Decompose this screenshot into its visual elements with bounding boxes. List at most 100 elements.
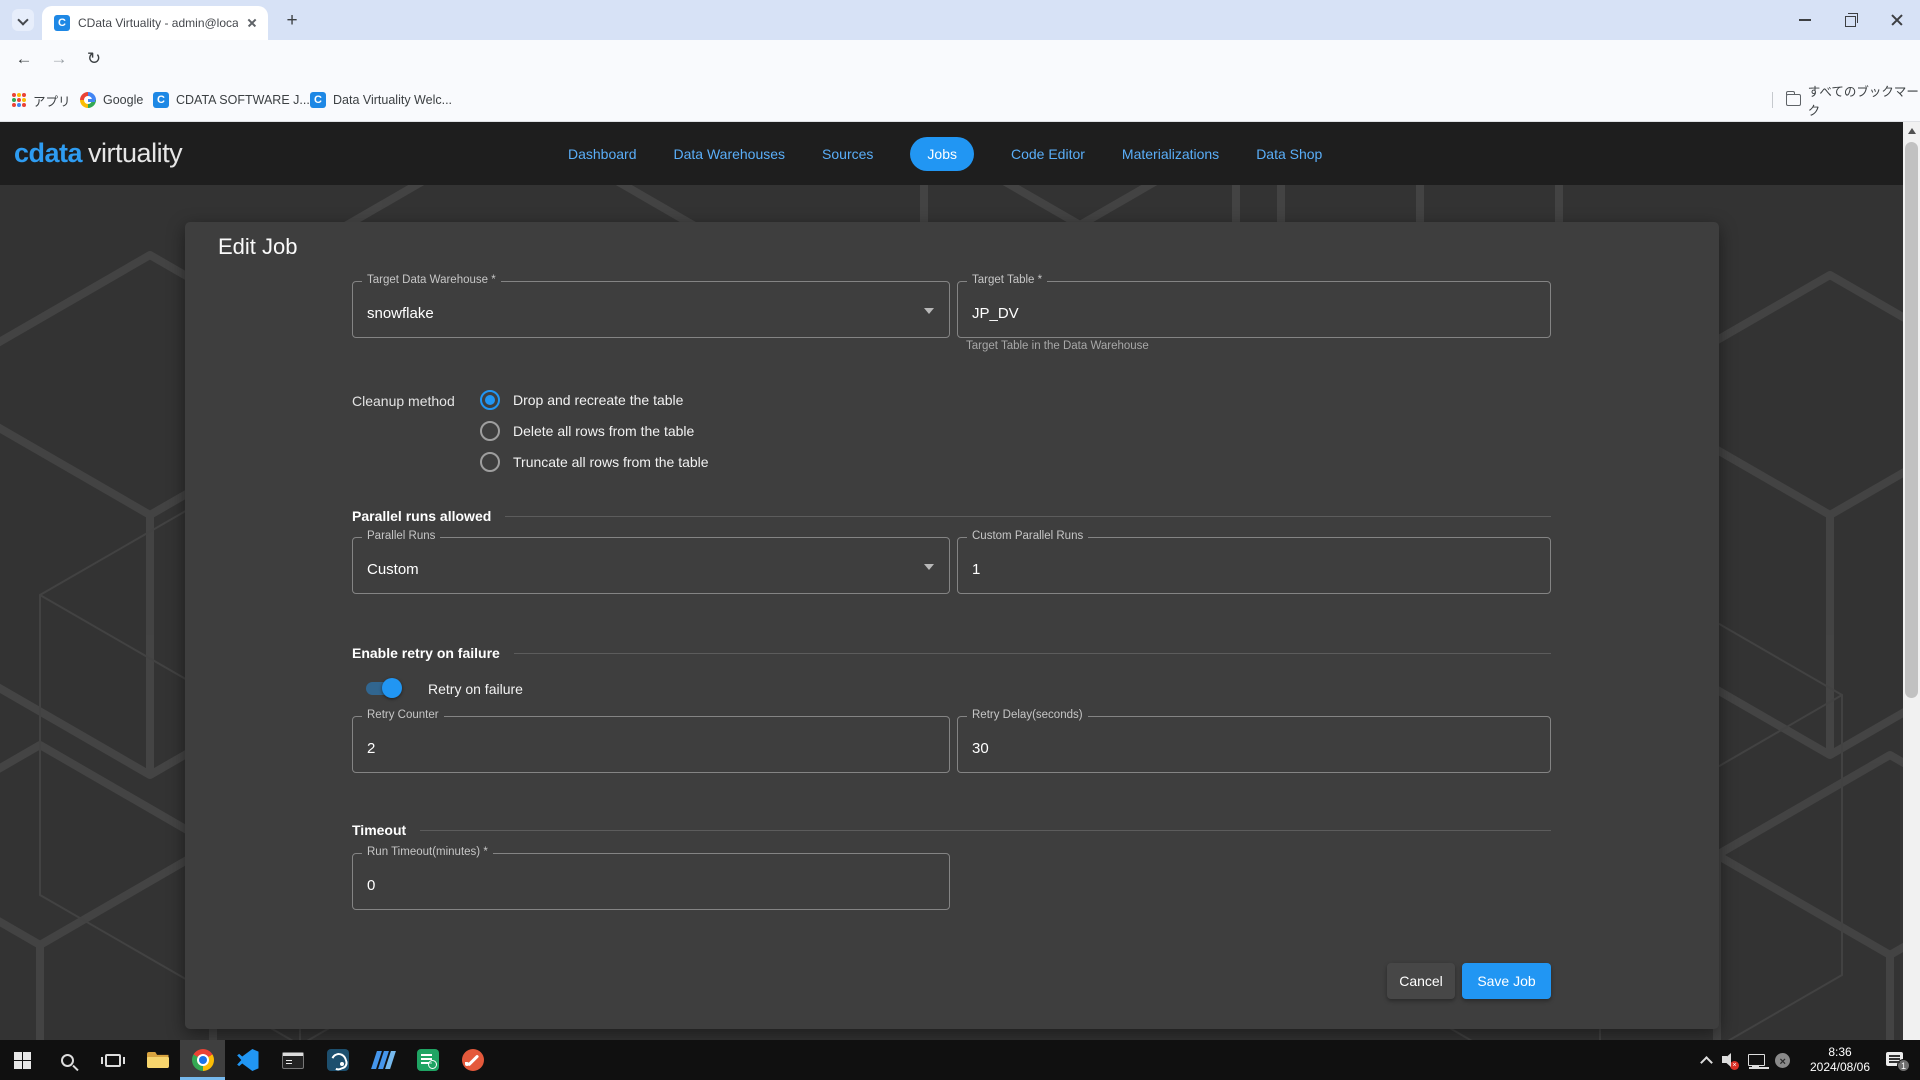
cdata-icon xyxy=(153,92,169,108)
start-button[interactable] xyxy=(0,1040,45,1080)
field-label: Target Data Warehouse * xyxy=(362,274,501,286)
folder-icon xyxy=(1786,94,1801,106)
task-view-button[interactable] xyxy=(90,1040,135,1080)
nav-data-warehouses[interactable]: Data Warehouses xyxy=(674,146,786,162)
target-data-warehouse-select[interactable]: Target Data Warehouse * snowflake xyxy=(352,281,950,338)
task-view-icon xyxy=(105,1054,121,1067)
field-value: JP_DV xyxy=(972,305,1019,322)
taskbar-search-button[interactable] xyxy=(45,1040,90,1080)
cdata-favicon-icon xyxy=(54,15,70,31)
page-scrollbar[interactable] xyxy=(1903,122,1920,1040)
app-logo[interactable]: cdatavirtuality xyxy=(14,138,182,169)
tab-search-chevron-icon[interactable] xyxy=(12,9,34,31)
chrome-button[interactable] xyxy=(180,1040,225,1080)
taskbar-clock[interactable]: 8:36 2024/08/06 xyxy=(1798,1045,1882,1075)
radio-icon[interactable] xyxy=(480,421,500,441)
google-icon xyxy=(80,92,96,108)
search-icon xyxy=(61,1054,74,1067)
new-tab-button[interactable] xyxy=(280,9,304,33)
clock-date: 2024/08/06 xyxy=(1798,1060,1882,1075)
field-label: Target Table * xyxy=(967,274,1047,286)
field-value: snowflake xyxy=(367,305,434,322)
database-tool-button[interactable] xyxy=(315,1040,360,1080)
bookmark-label: Google xyxy=(103,93,143,107)
nav-dashboard[interactable]: Dashboard xyxy=(568,146,637,162)
field-label: Parallel Runs xyxy=(362,530,440,542)
bookmark-data-virtuality[interactable]: Data Virtuality Welc... xyxy=(310,89,452,111)
clock-time: 8:36 xyxy=(1798,1045,1882,1060)
forward-button[interactable] xyxy=(45,45,73,73)
network-icon[interactable] xyxy=(1744,1040,1772,1080)
vscode-button[interactable] xyxy=(225,1040,270,1080)
run-timeout-input[interactable]: Run Timeout(minutes) * 0 xyxy=(352,853,950,910)
screen: CData Virtuality - admin@locall localhos… xyxy=(0,0,1920,1080)
field-label: Retry Counter xyxy=(362,709,444,721)
taskbar xyxy=(0,1040,1920,1080)
nav-jobs[interactable]: Jobs xyxy=(910,137,974,171)
logo-cdata: cdata xyxy=(14,138,82,168)
orange-app-button[interactable] xyxy=(450,1040,495,1080)
browser-tab[interactable]: CData Virtuality - admin@locall xyxy=(42,6,268,40)
field-value: 0 xyxy=(367,877,375,894)
parallel-runs-select[interactable]: Parallel Runs Custom xyxy=(352,537,950,594)
field-value: 2 xyxy=(367,740,375,757)
bookmark-label: Data Virtuality Welc... xyxy=(333,93,452,107)
retry-counter-input[interactable]: Retry Counter 2 xyxy=(352,716,950,773)
tab-close-icon[interactable] xyxy=(244,15,260,31)
nav-code-editor[interactable]: Code Editor xyxy=(1011,146,1085,162)
scrollbar-up-arrow[interactable] xyxy=(1908,128,1916,134)
apps-grid-icon xyxy=(12,93,26,107)
layers-app-button[interactable] xyxy=(360,1040,405,1080)
radio-truncate-rows[interactable]: Truncate all rows from the table xyxy=(480,452,709,472)
back-button[interactable] xyxy=(10,45,38,73)
cleanup-method-label: Cleanup method xyxy=(352,393,455,409)
nav-sources[interactable]: Sources xyxy=(822,146,873,162)
file-explorer-button[interactable] xyxy=(135,1040,180,1080)
scrollbar-thumb[interactable] xyxy=(1905,142,1918,698)
tab-title: CData Virtuality - admin@locall xyxy=(78,16,238,30)
window-minimize-button[interactable] xyxy=(1782,0,1828,40)
logo-virtuality: virtuality xyxy=(88,138,182,168)
radio-icon-selected[interactable] xyxy=(480,390,500,410)
windows-logo-icon xyxy=(14,1052,31,1069)
app-header: cdatavirtuality Dashboard Data Warehouse… xyxy=(0,122,1920,185)
field-label: Custom Parallel Runs xyxy=(967,530,1088,542)
save-job-button[interactable]: Save Job xyxy=(1462,963,1551,999)
bookmark-cdata-software[interactable]: CDATA SOFTWARE J... xyxy=(153,89,310,111)
vscode-icon xyxy=(237,1049,259,1071)
terminal-button[interactable] xyxy=(270,1040,315,1080)
nav-materializations[interactable]: Materializations xyxy=(1122,146,1219,162)
tray-expand-icon[interactable] xyxy=(1696,1040,1718,1080)
retry-delay-input[interactable]: Retry Delay(seconds) 30 xyxy=(957,716,1551,773)
chrome-icon xyxy=(192,1049,214,1071)
layers-app-icon xyxy=(372,1051,394,1069)
window-restore-button[interactable] xyxy=(1828,0,1874,40)
reload-button[interactable] xyxy=(80,45,108,73)
cancel-button[interactable]: Cancel xyxy=(1387,963,1455,999)
field-label: Run Timeout(minutes) * xyxy=(362,846,493,858)
speaker-muted-icon[interactable] xyxy=(1718,1040,1744,1080)
bookmark-apps[interactable]: アプリ xyxy=(12,89,71,111)
radio-delete-rows[interactable]: Delete all rows from the table xyxy=(480,421,694,441)
window-close-button[interactable] xyxy=(1874,0,1920,40)
target-table-helper: Target Table in the Data Warehouse xyxy=(966,340,1149,352)
nav-data-shop[interactable]: Data Shop xyxy=(1256,146,1322,162)
radio-drop-recreate[interactable]: Drop and recreate the table xyxy=(480,390,683,410)
retry-toggle-label: Retry on failure xyxy=(428,681,523,697)
notification-center-button[interactable]: 1 xyxy=(1882,1040,1916,1080)
bookmark-label: アプリ xyxy=(33,91,71,110)
target-table-input[interactable]: Target Table * JP_DV xyxy=(957,281,1551,338)
status-x-icon[interactable] xyxy=(1772,1040,1798,1080)
retry-toggle[interactable] xyxy=(364,678,402,698)
bookmark-label: CDATA SOFTWARE J... xyxy=(176,93,310,107)
bookmark-google[interactable]: Google xyxy=(80,89,143,111)
main-nav: Dashboard Data Warehouses Sources Jobs C… xyxy=(568,122,1322,185)
log-viewer-button[interactable] xyxy=(405,1040,450,1080)
field-value: 1 xyxy=(972,561,980,578)
bookmarks-divider xyxy=(1772,92,1773,108)
radio-icon[interactable] xyxy=(480,452,500,472)
database-tool-icon xyxy=(327,1049,349,1071)
bookmarks-bar: アプリ Google CDATA SOFTWARE J... Data Virt… xyxy=(0,78,1920,122)
custom-parallel-runs-input[interactable]: Custom Parallel Runs 1 xyxy=(957,537,1551,594)
all-bookmarks-button[interactable]: すべてのブックマーク xyxy=(1786,89,1920,111)
